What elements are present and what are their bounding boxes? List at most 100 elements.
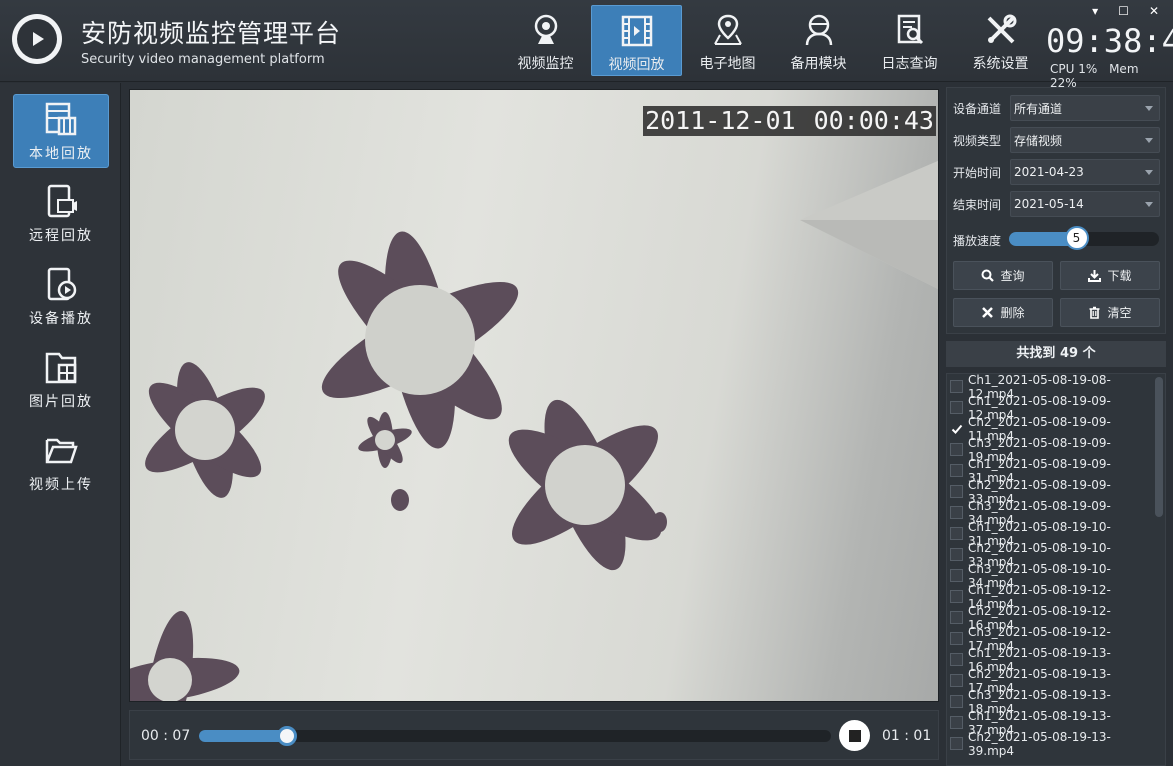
log-search-icon	[897, 14, 923, 45]
user-module-icon	[805, 14, 832, 46]
progress-handle[interactable]	[277, 726, 298, 746]
delete-button[interactable]: 删除	[953, 298, 1053, 327]
nav-label: 视频回放	[608, 57, 665, 73]
close-button[interactable]: ✕	[1149, 4, 1159, 18]
speed-label: 播放速度	[953, 234, 1002, 248]
checkbox[interactable]	[950, 464, 963, 477]
cpu-usage: CPU 1%	[1050, 62, 1098, 76]
channel-label: 设备通道	[953, 101, 1002, 116]
nav-label: 系统设置	[972, 56, 1029, 72]
speed-row: 播放速度	[953, 232, 1010, 249]
window-controls: ▾ ☐ ✕	[1092, 4, 1159, 18]
checkbox[interactable]	[950, 695, 963, 708]
sidebar-item-device-playback[interactable]: 设备播放	[13, 260, 109, 334]
checkbox[interactable]	[950, 548, 963, 561]
app-subtitle: Security video management platform	[81, 52, 325, 67]
main-nav: 视频监控 视频回放 电子地图 备用模块 日志查询 系统设置	[500, 5, 1046, 76]
sidebar-label: 设备播放	[29, 311, 93, 327]
nav-log-query[interactable]: 日志查询	[864, 5, 955, 76]
query-button[interactable]: 查询	[953, 261, 1053, 290]
checkbox[interactable]	[950, 569, 963, 582]
search-icon	[981, 269, 995, 282]
digital-clock: 09:38:43	[1046, 22, 1173, 60]
left-sidebar: 本地回放 远程回放 设备播放 图片回放 视频上传	[0, 83, 121, 766]
query-label: 查询	[1000, 269, 1025, 283]
start-label: 开始时间	[953, 165, 1002, 180]
checkbox[interactable]	[950, 527, 963, 540]
sidebar-item-video-upload[interactable]: 视频上传	[13, 426, 109, 500]
end-date-picker[interactable]: 2021-05-14	[1010, 191, 1160, 217]
close-icon	[982, 307, 994, 318]
video-player[interactable]: 2011-12-01 00:00:43	[129, 89, 939, 702]
current-time: 00 : 07	[141, 728, 191, 744]
progress-slider[interactable]	[199, 726, 831, 746]
webcam-icon	[534, 14, 557, 44]
checkbox[interactable]	[950, 674, 963, 687]
trash-icon	[1089, 306, 1100, 319]
file-name: Ch2_2021-05-08-19-13-39.mp4	[968, 729, 1111, 758]
video-type-select[interactable]: 存储视频	[1010, 127, 1160, 153]
checkbox[interactable]	[950, 443, 963, 456]
playback-bar: 00 : 07 01 : 01	[129, 710, 939, 760]
sidebar-item-local-playback[interactable]: 本地回放	[13, 94, 109, 168]
clear-label: 清空	[1107, 306, 1132, 320]
sidebar-item-picture-playback[interactable]: 图片回放	[13, 343, 109, 417]
download-button[interactable]: 下载	[1060, 261, 1160, 290]
nav-e-map[interactable]: 电子地图	[682, 5, 773, 76]
download-icon	[1088, 270, 1102, 282]
checkbox[interactable]	[950, 716, 963, 729]
nav-backup-module[interactable]: 备用模块	[773, 5, 864, 76]
checkmark-icon[interactable]	[950, 422, 963, 435]
checkbox[interactable]	[950, 737, 963, 750]
film-icon	[621, 15, 652, 47]
checkbox[interactable]	[950, 506, 963, 519]
end-value: 2021-05-14	[1014, 197, 1084, 211]
chevron-down-icon	[1145, 106, 1153, 111]
stop-button[interactable]	[839, 720, 870, 751]
nav-system-settings[interactable]: 系统设置	[955, 5, 1046, 76]
nav-video-playback[interactable]: 视频回放	[591, 5, 682, 76]
nav-label: 备用模块	[790, 56, 847, 72]
channel-select[interactable]: 所有通道	[1010, 95, 1160, 121]
channel-row: 设备通道 所有通道	[953, 95, 1160, 121]
osd-time: 00:00:43	[813, 106, 934, 135]
sidebar-label: 本地回放	[29, 146, 93, 162]
sidebar-label: 视频上传	[29, 477, 93, 493]
checkbox[interactable]	[950, 380, 963, 393]
title-bar: 安防视频监控管理平台 Security video management pla…	[0, 0, 1173, 90]
video-frame-image	[130, 160, 938, 701]
checkbox[interactable]	[950, 590, 963, 603]
restore-button[interactable]: ☐	[1118, 4, 1129, 18]
local-file-icon	[45, 102, 77, 136]
video-timestamp-overlay: 2011-12-01 00:00:43	[643, 106, 936, 136]
osd-date: 2011-12-01	[645, 106, 796, 135]
checkbox[interactable]	[950, 401, 963, 414]
type-row: 视频类型 存储视频	[953, 127, 1160, 153]
nav-label: 视频监控	[517, 56, 574, 72]
file-list-item[interactable]: Ch2_2021-05-08-19-13-39.mp4	[950, 730, 1155, 758]
checkbox[interactable]	[950, 611, 963, 624]
speed-slider[interactable]: 5	[1009, 226, 1159, 250]
file-list[interactable]: Ch1_2021-05-08-19-08-12.mp4 Ch1_2021-05-0…	[946, 373, 1166, 766]
map-pin-icon	[713, 14, 742, 45]
download-label: 下载	[1107, 269, 1132, 283]
nav-label: 日志查询	[881, 56, 938, 72]
start-value: 2021-04-23	[1014, 165, 1084, 179]
speed-handle[interactable]: 5	[1064, 226, 1089, 250]
checkbox[interactable]	[950, 485, 963, 498]
minimize-button[interactable]: ▾	[1092, 4, 1098, 18]
checkbox[interactable]	[950, 632, 963, 645]
start-row: 开始时间 2021-04-23	[953, 159, 1160, 185]
nav-video-monitor[interactable]: 视频监控	[500, 5, 591, 76]
clear-button[interactable]: 清空	[1060, 298, 1160, 327]
picture-grid-icon	[45, 352, 77, 384]
sidebar-label: 远程回放	[29, 228, 93, 244]
checkbox[interactable]	[950, 653, 963, 666]
sidebar-label: 图片回放	[29, 394, 93, 410]
start-date-picker[interactable]: 2021-04-23	[1010, 159, 1160, 185]
channel-value: 所有通道	[1014, 101, 1063, 116]
type-label: 视频类型	[953, 133, 1002, 148]
sidebar-item-remote-playback[interactable]: 远程回放	[13, 177, 109, 251]
system-stats: CPU 1% Mem 22%	[1050, 62, 1173, 90]
scrollbar[interactable]	[1155, 377, 1163, 517]
